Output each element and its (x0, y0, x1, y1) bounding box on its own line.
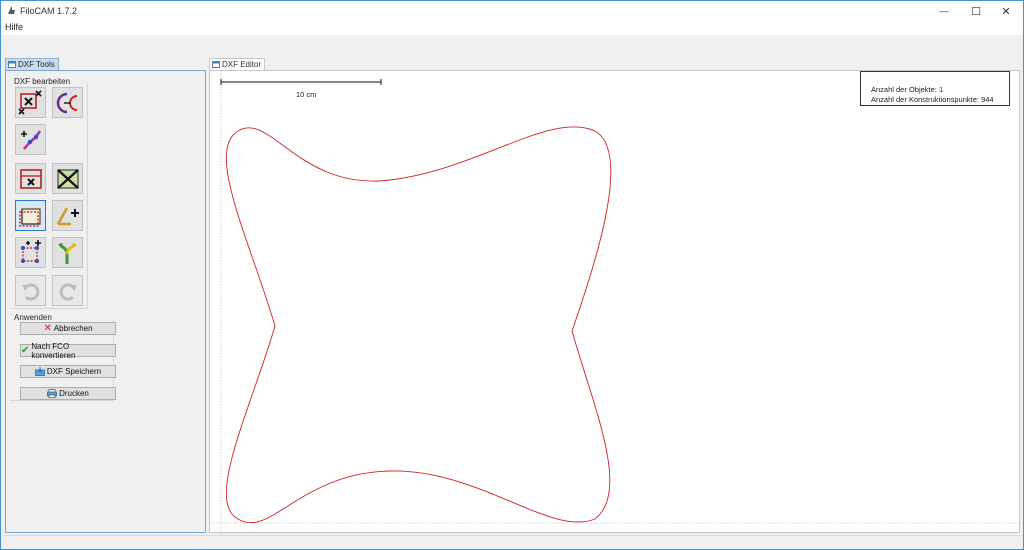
dxf-tools-panel: DXF bearbeiten Anwenden ✕ Abbrechen ✔ Na… (5, 70, 206, 533)
move-point-icon (20, 129, 41, 150)
split-path-tool[interactable] (52, 237, 83, 268)
window-title: FiloCAM 1.7.2 (20, 6, 78, 16)
dxf-contour-shape[interactable] (225, 126, 612, 524)
save-dxf-button[interactable]: DXF Speichern (20, 365, 116, 378)
close-icon: ✕ (1001, 5, 1011, 18)
construction-point-count: Anzahl der Konstruktionspunkte: 944 (871, 95, 994, 104)
delete-selection-icon (17, 89, 42, 115)
cancel-button[interactable]: ✕ Abbrechen (20, 322, 116, 335)
object-count: Anzahl der Objekte: 1 (871, 85, 944, 94)
menu-bar: Hilfe (1, 21, 1023, 35)
tab-dxf-editor-label: DXF Editor (222, 60, 262, 69)
add-points-tool[interactable] (15, 237, 46, 268)
delete-all-tool[interactable] (52, 163, 83, 194)
maximize-icon: ☐ (971, 5, 981, 18)
convert-fco-button-label: Nach FCO konvertieren (31, 341, 76, 360)
split-path-icon (57, 242, 77, 264)
add-line-icon (56, 206, 79, 225)
minimize-icon: — (939, 6, 949, 16)
add-line-tool[interactable] (52, 200, 83, 231)
delete-all-icon (56, 168, 79, 189)
menu-help[interactable]: Hilfe (5, 22, 23, 32)
add-points-icon (20, 239, 41, 263)
convert-fco-button[interactable]: ✔ Nach FCO konvertieren (20, 341, 116, 360)
offset-contour-tool[interactable] (52, 87, 83, 118)
maximize-button[interactable]: ☐ (961, 1, 991, 21)
offset-contour-icon (56, 92, 77, 113)
save-icon (34, 367, 45, 376)
drawing-surface[interactable] (210, 71, 1021, 534)
cancel-icon: ✕ (43, 323, 52, 334)
tab-dxf-editor[interactable]: DXF Editor (209, 58, 266, 70)
scale-bar (220, 79, 382, 85)
redo-icon (59, 283, 77, 300)
save-dxf-button-label: DXF Speichern (46, 367, 102, 376)
editor-tab-icon (212, 61, 220, 68)
info-box: Anzahl der Objekte: 1 Anzahl der Konstru… (860, 71, 1010, 106)
move-point-tool[interactable] (15, 124, 46, 155)
title-bar: FiloCAM 1.7.2 — ☐ ✕ (1, 1, 1023, 21)
select-rectangle-icon (18, 207, 41, 227)
tab-dxf-tools-label: DXF Tools (18, 60, 55, 69)
print-button-label: Drucken (59, 389, 89, 398)
minimize-button[interactable]: — (929, 1, 959, 21)
panel-icon (8, 61, 16, 68)
delete-selection-tool[interactable] (15, 87, 46, 118)
status-bar (2, 535, 1022, 549)
checkmark-icon: ✔ (21, 345, 30, 356)
redo-tool[interactable] (52, 275, 83, 306)
delete-object-tool[interactable] (15, 163, 46, 194)
app-window: FiloCAM 1.7.2 — ☐ ✕ Hilfe DXF Tools DXF … (0, 0, 1024, 550)
undo-icon (21, 283, 39, 300)
close-button[interactable]: ✕ (991, 1, 1021, 21)
scale-label: 10 cm (296, 90, 317, 99)
app-logo-icon (8, 7, 15, 14)
cancel-button-label: Abbrechen (53, 324, 93, 333)
dxf-editor-canvas[interactable]: 10 cm Anzahl der Objekte: 1 Anzahl der K… (209, 70, 1021, 534)
printer-icon (47, 389, 57, 398)
print-button[interactable]: Drucken (20, 387, 116, 400)
undo-tool[interactable] (15, 275, 46, 306)
delete-object-icon (19, 168, 42, 189)
select-rectangle-tool[interactable] (15, 200, 46, 231)
tab-dxf-tools[interactable]: DXF Tools (5, 58, 59, 70)
